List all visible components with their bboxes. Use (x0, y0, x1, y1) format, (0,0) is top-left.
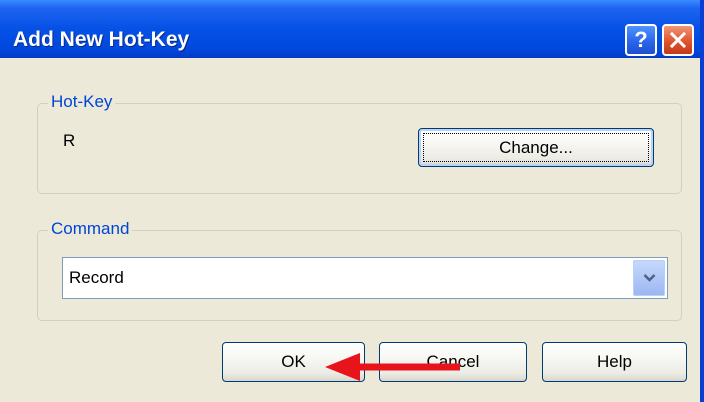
dialog-window: Add New Hot-Key ? Hot-Key R Change... Co… (0, 0, 704, 402)
annotation-arrow-icon (325, 353, 460, 381)
